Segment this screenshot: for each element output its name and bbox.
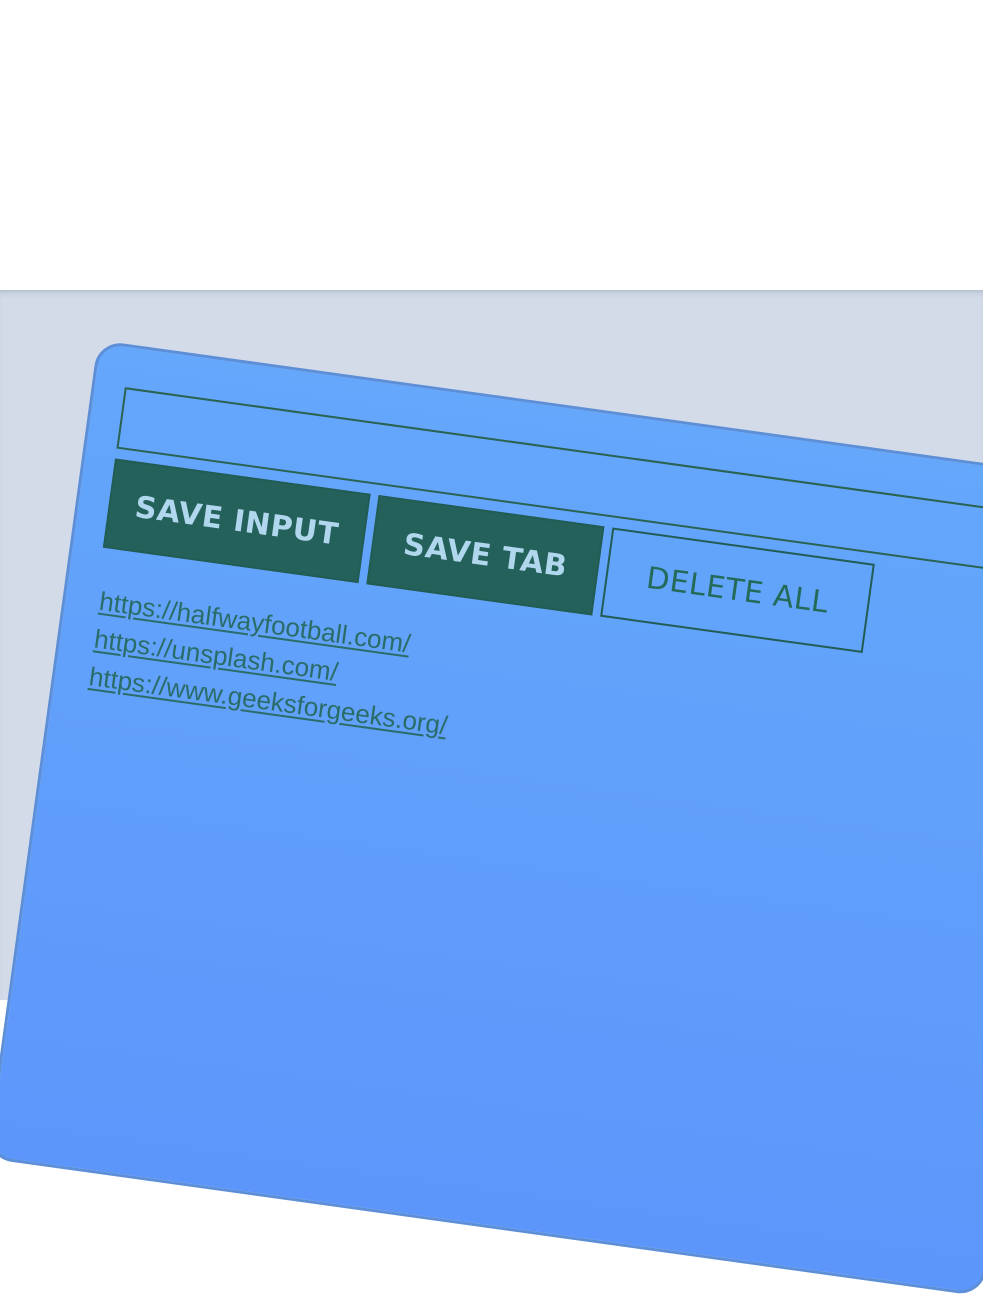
save-tab-button[interactable]: SAVE TAB: [366, 495, 605, 616]
extension-panel: SAVE INPUT SAVE TAB DELETE ALL https://h…: [0, 340, 983, 1297]
saved-links-list: https://halfwayfootball.com/ https://uns…: [87, 582, 460, 745]
